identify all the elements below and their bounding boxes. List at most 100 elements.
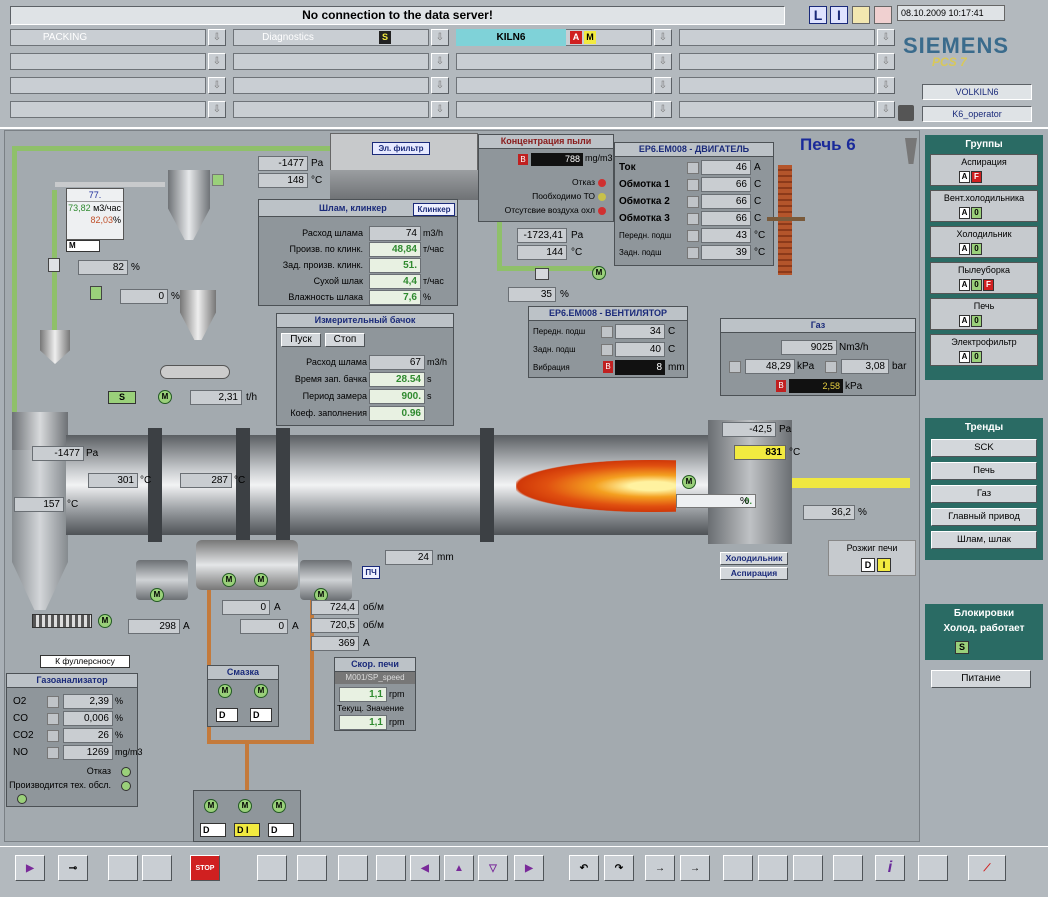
toolbar-monitor-1-icon[interactable] [723,855,753,881]
start-button[interactable]: Пуск [281,333,321,347]
area-cell-1-0[interactable] [10,53,206,70]
trend-button-2[interactable]: Газ [931,485,1037,503]
area-cell-2-1[interactable] [233,77,429,94]
lube-pump-1[interactable]: M [204,799,218,813]
feed-mode[interactable]: M [66,240,100,252]
toolbar-up-arrow-icon[interactable]: ▲ [444,855,474,881]
area-tab-1[interactable]: Diagnostics [233,29,343,46]
toolbar-left-arrow-icon[interactable]: ◀ [410,855,440,881]
toolbar-report-icon[interactable] [297,855,327,881]
toolbar-right-arrow-icon[interactable]: ▶ [514,855,544,881]
area-cell-2-0[interactable] [10,77,206,94]
toolbar-notes-icon[interactable] [108,855,138,881]
group-1[interactable]: Вент.холодильника A 0 [930,190,1038,222]
lube-pump-2[interactable]: M [238,799,252,813]
lube-motor-1[interactable]: M [218,684,232,698]
kiln-feed-motor[interactable]: M [158,390,172,404]
notes-icon[interactable] [852,6,870,24]
toolbar-forward-icon[interactable]: → [645,855,675,881]
filter-label[interactable]: Эл. фильтр [372,142,430,155]
info-icon[interactable]: I [830,6,848,24]
ignition-i[interactable]: I [877,558,891,572]
toolbar-screen-2-icon[interactable] [376,855,406,881]
area-arrow-2-2[interactable]: ⇩ [654,77,672,94]
area-cell-1-2[interactable] [456,53,652,70]
area-cell-3-1[interactable] [233,101,429,118]
toolbar-info-icon[interactable]: i [875,855,905,881]
stop-button[interactable]: Стоп [325,333,365,347]
lube-mode-2[interactable]: D [250,708,272,722]
kiln-feed-valve[interactable]: S [108,391,136,404]
drive-motor-2[interactable]: M [222,573,236,587]
group-2[interactable]: Холодильник A 0 [930,226,1038,258]
toolbar-stop-icon[interactable]: STOP [190,855,220,881]
area-tab-2[interactable]: KILN6 [456,29,566,46]
toolbar-redo-icon[interactable]: ↷ [604,855,634,881]
area-cell-2-2[interactable] [456,77,652,94]
feed-valve-1[interactable] [48,258,60,272]
area-cell-0-3[interactable] [679,29,875,46]
trend-button-0[interactable]: SCK [931,439,1037,457]
aspiration-button[interactable]: Аспирация [720,567,788,580]
toolbar-screen-1-icon[interactable] [338,855,368,881]
area-cell-3-3[interactable] [679,101,875,118]
area-arrow-2-0[interactable]: ⇩ [208,77,226,94]
lube-pump-3[interactable]: M [272,799,286,813]
area-tab-0[interactable]: PACKING [10,29,120,46]
area-arrow-2-1[interactable]: ⇩ [431,77,449,94]
power-button[interactable]: Питание [931,670,1031,688]
group-3[interactable]: Пылеуборка A 0 F [930,262,1038,294]
drive-motor-1[interactable]: M [150,588,164,602]
group-4[interactable]: Печь A 0 [930,298,1038,330]
group-0[interactable]: Аспирация A F [930,154,1038,186]
screw-motor[interactable]: M [98,614,112,628]
kiln-speed-setpoint[interactable]: 1,1 [339,687,387,702]
toolbar-clipboard-icon[interactable] [142,855,172,881]
alarm-list-icon[interactable] [874,6,892,24]
area-arrow-3-1[interactable]: ⇩ [431,101,449,118]
area-arrow-3-3[interactable]: ⇩ [877,101,895,118]
area-arrow-3-2[interactable]: ⇩ [654,101,672,118]
area-cell-1-3[interactable] [679,53,875,70]
trend-button-3[interactable]: Главный привод [931,508,1037,526]
toolbar-monitor-2-icon[interactable] [758,855,788,881]
area-arrow-0-2[interactable]: ⇩ [654,29,672,46]
toolbar-key-icon[interactable]: ⊸ [58,855,88,881]
toolbar-down-arrow-icon[interactable]: ▽ [478,855,508,881]
area-arrow-1-3[interactable]: ⇩ [877,53,895,70]
area-cell-1-1[interactable] [233,53,429,70]
area-cell-3-2[interactable] [456,101,652,118]
clinker-button[interactable]: Клинкер [413,203,455,216]
feed-valve-2[interactable] [90,286,102,300]
group-5[interactable]: Электрофильтр A 0 [930,334,1038,366]
burner-motor[interactable]: M [682,475,696,489]
lube-pump-mode-1[interactable]: D [200,823,226,837]
log-icon[interactable]: L [809,6,827,24]
fan-damper-valve[interactable] [535,268,549,280]
area-arrow-1-2[interactable]: ⇩ [654,53,672,70]
area-arrow-0-3[interactable]: ⇩ [877,29,895,46]
printer-icon[interactable] [898,105,914,121]
area-arrow-2-3[interactable]: ⇩ [877,77,895,94]
area-arrow-1-0[interactable]: ⇩ [208,53,226,70]
toolbar-back-forward-icon[interactable]: → [680,855,710,881]
toolbar-trend-icon[interactable]: ⟋ [968,855,1006,881]
area-cell-3-0[interactable] [10,101,206,118]
area-cell-2-3[interactable] [679,77,875,94]
cooler-button[interactable]: Холодильник [720,552,788,565]
trend-button-4[interactable]: Шлам, шлак [931,531,1037,549]
toolbar-archive-icon[interactable] [833,855,863,881]
lube-pump-mode-3[interactable]: D [268,823,294,837]
toolbar-play-icon[interactable]: ▶ [15,855,45,881]
trend-button-1[interactable]: Печь [931,462,1037,480]
area-arrow-0-1[interactable]: ⇩ [431,29,449,46]
lube-pump-mode-2[interactable]: D I [234,823,260,837]
drive-motor-3[interactable]: M [254,573,268,587]
toolbar-valve-icon[interactable] [918,855,948,881]
area-arrow-0-0[interactable]: ⇩ [208,29,226,46]
area-arrow-3-0[interactable]: ⇩ [208,101,226,118]
lube-motor-2[interactable]: M [254,684,268,698]
toolbar-undo-icon[interactable]: ↶ [569,855,599,881]
toolbar-print-icon[interactable] [257,855,287,881]
toolbar-monitor-3-icon[interactable] [793,855,823,881]
